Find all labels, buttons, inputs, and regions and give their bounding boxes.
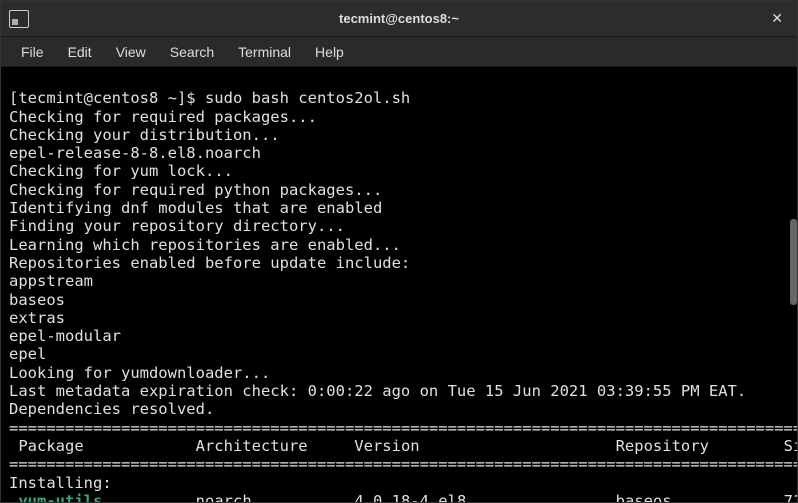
menu-file[interactable]: File	[9, 40, 56, 64]
terminal-icon	[9, 10, 29, 28]
col-version: Version	[354, 437, 419, 455]
menubar: File Edit View Search Terminal Help	[1, 37, 797, 67]
output-line: epel-modular	[9, 327, 121, 345]
output-line: Looking for yumdownloader...	[9, 364, 270, 382]
window-title: tecmint@centos8:~	[339, 11, 459, 26]
close-icon[interactable]: ✕	[765, 6, 789, 31]
output-line: Last metadata expiration check: 0:00:22 …	[9, 382, 746, 400]
shell-command: sudo bash centos2ol.sh	[205, 89, 410, 107]
output-line: Checking for yum lock...	[9, 162, 233, 180]
menu-view[interactable]: View	[104, 40, 158, 64]
window-titlebar: tecmint@centos8:~ ✕	[1, 1, 797, 37]
package-arch: noarch	[196, 492, 252, 502]
output-line: Checking for required packages...	[9, 108, 317, 126]
col-package: Package	[9, 437, 84, 455]
output-line: Finding your repository directory...	[9, 217, 345, 235]
col-size: Size	[784, 437, 797, 455]
menu-edit[interactable]: Edit	[56, 40, 104, 64]
output-line: baseos	[9, 291, 65, 309]
output-line: epel	[9, 345, 46, 363]
terminal-content[interactable]: [tecmint@centos8 ~]$ sudo bash centos2ol…	[1, 67, 797, 502]
col-arch: Architecture	[196, 437, 308, 455]
output-line: appstream	[9, 272, 93, 290]
output-line: Repositories enabled before update inclu…	[9, 254, 410, 272]
output-line: Dependencies resolved.	[9, 400, 214, 418]
package-name: yum-utils	[9, 492, 102, 502]
package-version: 4.0.18-4.el8	[354, 492, 466, 502]
scrollbar-thumb[interactable]	[790, 219, 797, 305]
output-line: Checking for required python packages...	[9, 181, 382, 199]
shell-prompt: [tecmint@centos8 ~]$	[9, 89, 205, 107]
separator-line: ========================================…	[9, 419, 797, 437]
output-line: Checking your distribution...	[9, 126, 280, 144]
separator-line: ========================================…	[9, 455, 797, 473]
menu-search[interactable]: Search	[158, 40, 226, 64]
package-size: 71 k	[774, 492, 797, 502]
output-line: epel-release-8-8.el8.noarch	[9, 144, 261, 162]
output-line: Identifying dnf modules that are enabled	[9, 199, 382, 217]
package-repo: baseos	[616, 492, 672, 502]
installing-label: Installing:	[9, 474, 112, 492]
menu-terminal[interactable]: Terminal	[226, 40, 303, 64]
output-line: extras	[9, 309, 65, 327]
menu-help[interactable]: Help	[303, 40, 356, 64]
col-repo: Repository	[616, 437, 709, 455]
output-line: Learning which repositories are enabled.…	[9, 236, 401, 254]
